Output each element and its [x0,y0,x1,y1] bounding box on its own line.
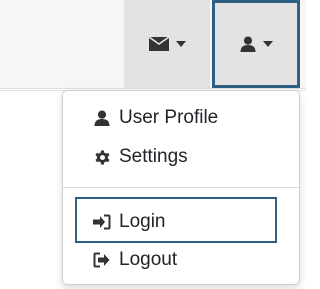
user-dropdown-menu: User Profile Settings Login Logout [62,90,300,285]
user-dropdown-button[interactable] [212,0,300,88]
menu-divider [63,187,299,188]
menu-item-settings[interactable]: Settings [93,142,188,172]
sign-in-icon [93,214,111,230]
caret-down-icon [262,41,273,47]
menu-item-label: Settings [119,146,188,167]
menu-item-label: Login [119,211,166,232]
caret-down-icon [175,41,186,47]
menu-item-login[interactable]: Login [93,207,166,237]
menu-item-logout[interactable]: Logout [93,245,177,275]
user-icon [240,36,256,52]
envelope-icon [148,37,169,51]
messages-dropdown-button[interactable] [124,0,210,88]
user-icon [93,110,111,126]
gear-icon [93,149,111,166]
menu-item-user-profile[interactable]: User Profile [93,103,218,133]
sign-out-icon [93,252,111,268]
menu-item-label: User Profile [119,107,219,128]
menu-item-label: Logout [119,249,178,270]
top-navbar [0,0,306,89]
